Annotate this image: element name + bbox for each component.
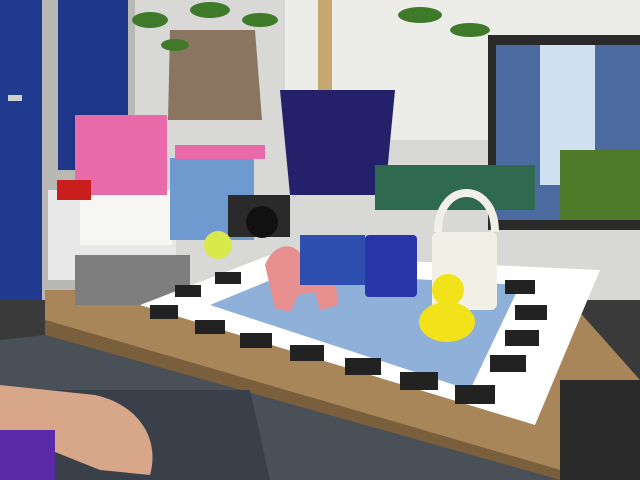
red-tape xyxy=(57,180,91,200)
tennis-ball xyxy=(204,231,232,259)
desk-drawer-right xyxy=(560,380,640,480)
pink-foam-lid xyxy=(175,145,265,159)
duck-body xyxy=(419,302,475,342)
blue-mug xyxy=(365,235,417,297)
duck-head xyxy=(432,274,464,306)
paper-sheet xyxy=(80,190,172,245)
monitor-moss xyxy=(560,150,640,220)
door-left xyxy=(0,0,42,300)
scene-svg xyxy=(0,0,640,480)
person-sleeve xyxy=(0,430,55,480)
camera-lens xyxy=(246,206,278,238)
drill xyxy=(375,165,535,210)
plant-stem xyxy=(318,0,332,95)
blue-toolbox xyxy=(300,235,365,285)
scene xyxy=(0,0,640,480)
door-handle xyxy=(8,95,22,101)
